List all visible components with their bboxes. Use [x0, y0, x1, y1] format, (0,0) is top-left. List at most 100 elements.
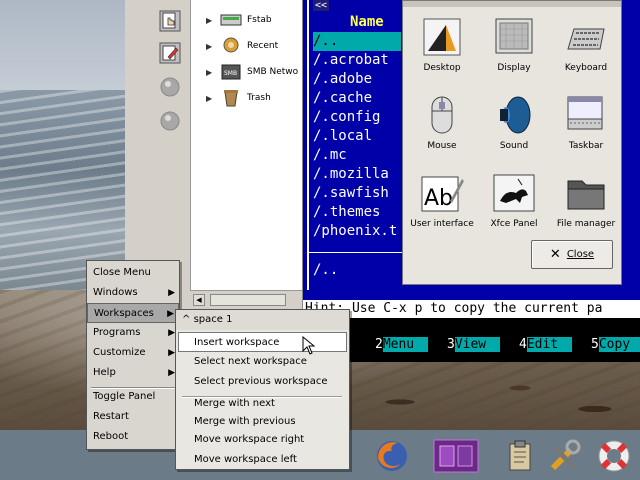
settings-item[interactable]: File manager	[551, 171, 621, 229]
mc-file-row[interactable]: /.sawfish	[313, 184, 389, 203]
menu-item-label: Windows	[93, 287, 138, 298]
mc-file-row[interactable]: /.local	[313, 127, 372, 146]
mc-fkey[interactable]: 5Copy	[591, 336, 640, 354]
mc-file-row[interactable]: /.config	[313, 108, 380, 127]
horizontal-scrollbar[interactable]: ◀	[190, 290, 302, 308]
hand-icon[interactable]	[159, 10, 181, 32]
fkey-number: 5	[591, 337, 599, 352]
edit-icon[interactable]	[159, 42, 181, 64]
mc-function-key-bar: 2Menu 3View 4Edit 5Copy	[303, 318, 640, 362]
settings-item-label: Taskbar	[568, 141, 604, 151]
mc-file-row[interactable]: /.acrobat	[313, 51, 389, 70]
place-item[interactable]: ▶ Trash	[191, 86, 302, 110]
menu-item-merge-with-next[interactable]: Merge with next	[176, 394, 349, 414]
display-icon	[492, 15, 536, 59]
mc-fkey[interactable]: 4Edit	[519, 336, 573, 354]
settings-item[interactable]: Desktop	[407, 15, 477, 73]
menu-item-restart[interactable]: Restart	[87, 407, 179, 427]
submenu-arrow-icon: ▶	[167, 309, 174, 319]
settings-item[interactable]: Display	[479, 15, 549, 73]
expander-icon[interactable]: ▶	[206, 94, 218, 103]
menu-item-help[interactable]: Help ▶	[87, 363, 179, 383]
mc-file-row[interactable]: /phoenix.t	[313, 222, 397, 241]
place-item[interactable]: ▶ Fstab	[191, 8, 302, 32]
expander-icon[interactable]: ▶	[206, 16, 218, 25]
help-lifebuoy-icon[interactable]	[594, 436, 634, 476]
disabled-button-icon	[159, 76, 181, 98]
menu-item-workspaces[interactable]: Workspaces ▶	[87, 303, 179, 323]
mc-file-row[interactable]: /.cache	[313, 89, 372, 108]
close-button[interactable]: ✕ Close	[531, 240, 613, 269]
scroll-left-icon[interactable]: ◀	[193, 294, 205, 306]
menu-item-label: Merge with next	[194, 398, 275, 409]
menu-item-label: Workspaces	[94, 308, 154, 319]
menu-item-insert-workspace[interactable]: Insert workspace	[178, 332, 347, 352]
menu-item-label: Insert workspace	[194, 337, 280, 348]
fkey-number: 2	[375, 337, 383, 352]
places-tree[interactable]: ▶ Fstab ▶ Recent ▶ SMB SMB Netwo ▶ Trash	[190, 0, 302, 290]
settings-item-label: Keyboard	[564, 63, 608, 73]
caret-up-icon: ^	[182, 314, 194, 325]
fkey-label: Menu	[382, 337, 429, 352]
menu-item-label: Customize	[93, 347, 146, 358]
scrollbar-thumb[interactable]	[210, 294, 286, 306]
place-item[interactable]: ▶ SMB SMB Netwo	[191, 60, 302, 84]
mc-file-row[interactable]: /.adobe	[313, 70, 372, 89]
root-menu: Close Menu Windows ▶ Workspaces ▶ Programs…	[86, 260, 180, 450]
mc-file-row[interactable]: /.themes	[313, 203, 380, 222]
tools-icon[interactable]	[545, 436, 585, 476]
menu-item-programs[interactable]: Programs ▶	[87, 323, 179, 343]
menu-item-label: Toggle Panel	[93, 391, 156, 402]
recent-icon	[220, 37, 242, 55]
file-manager-icon	[564, 171, 608, 215]
submenu-arrow-icon: ▶	[168, 288, 175, 298]
menu-item-close-menu[interactable]: Close Menu	[87, 263, 179, 283]
menu-item-label: Help	[93, 367, 116, 378]
mc-fkey[interactable]: 2Menu	[375, 336, 429, 354]
xfce-panel-icon	[492, 171, 536, 215]
menu-item-customize[interactable]: Customize ▶	[87, 343, 179, 363]
place-label: Trash	[247, 93, 271, 103]
sound-icon	[492, 93, 536, 137]
place-label: Fstab	[247, 15, 272, 25]
user-interface-icon: Ab	[420, 171, 464, 215]
settings-item[interactable]: Xfce Panel	[479, 171, 549, 229]
taskbar	[0, 430, 640, 480]
settings-item[interactable]: Ab User interface	[407, 171, 477, 229]
mc-column-header[interactable]: Name	[350, 14, 384, 30]
workspace-title[interactable]: ^ space 1	[176, 310, 349, 330]
menu-item-select-next-workspace[interactable]: Select next workspace	[176, 352, 349, 372]
settings-item-label: Display	[497, 63, 531, 73]
taskbar-icon	[564, 93, 608, 137]
mc-fkey[interactable]: 3View	[447, 336, 501, 354]
menu-item-merge-with-previous[interactable]: Merge with previous	[176, 412, 349, 432]
settings-item-label: File manager	[556, 219, 616, 229]
settings-item[interactable]: Sound	[479, 93, 549, 151]
menu-item-label: Programs	[93, 327, 141, 338]
settings-titlebar[interactable]	[403, 1, 621, 7]
expander-icon[interactable]: ▶	[206, 42, 218, 51]
submenu-arrow-icon: ▶	[168, 368, 175, 378]
mc-file-row[interactable]: /..	[313, 32, 401, 51]
menu-item-toggle-panel[interactable]: Toggle Panel	[87, 387, 179, 407]
settings-item-label: Mouse	[427, 141, 457, 151]
clipboard-icon[interactable]	[500, 436, 540, 476]
mc-right-panel-edge	[622, 0, 640, 300]
settings-item-label: Xfce Panel	[490, 219, 538, 229]
settings-item[interactable]: Taskbar	[551, 93, 621, 151]
workspace-pager-icon[interactable]	[432, 436, 480, 476]
settings-item[interactable]: Mouse	[407, 93, 477, 151]
mc-file-row[interactable]: /.mozilla	[313, 165, 389, 184]
menu-item-select-previous-workspace[interactable]: Select previous workspace	[176, 372, 349, 392]
mc-history-button[interactable]: <<	[313, 0, 330, 11]
settings-item[interactable]: Keyboard	[551, 15, 621, 73]
firefox-icon[interactable]	[372, 436, 412, 476]
menu-item-windows[interactable]: Windows ▶	[87, 283, 179, 303]
close-button-label: Close	[566, 249, 595, 260]
settings-item-label: Sound	[499, 141, 529, 151]
expander-icon[interactable]: ▶	[206, 68, 218, 77]
place-item[interactable]: ▶ Recent	[191, 34, 302, 58]
mc-file-row[interactable]: /.mc	[313, 146, 347, 165]
keyboard-icon	[564, 15, 608, 59]
settings-item-label: User interface	[410, 219, 474, 229]
